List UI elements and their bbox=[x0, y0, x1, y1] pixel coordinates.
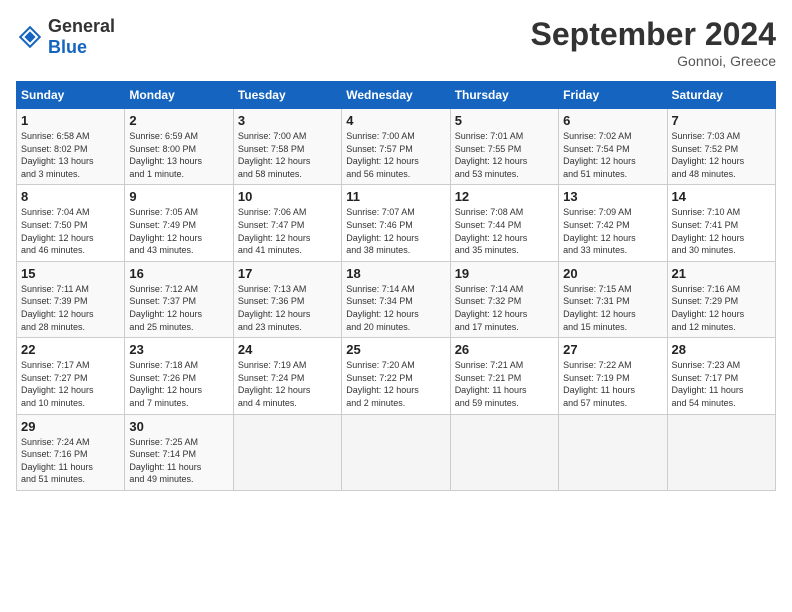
table-row: 26Sunrise: 7:21 AMSunset: 7:21 PMDayligh… bbox=[450, 338, 558, 414]
table-row: 20Sunrise: 7:15 AMSunset: 7:31 PMDayligh… bbox=[559, 261, 667, 337]
logo-text: General Blue bbox=[48, 16, 115, 58]
calendar-week-3: 22Sunrise: 7:17 AMSunset: 7:27 PMDayligh… bbox=[17, 338, 776, 414]
table-row: 6Sunrise: 7:02 AMSunset: 7:54 PMDaylight… bbox=[559, 109, 667, 185]
table-row bbox=[667, 414, 775, 490]
table-row: 2Sunrise: 6:59 AMSunset: 8:00 PMDaylight… bbox=[125, 109, 233, 185]
table-row: 23Sunrise: 7:18 AMSunset: 7:26 PMDayligh… bbox=[125, 338, 233, 414]
table-row: 29Sunrise: 7:24 AMSunset: 7:16 PMDayligh… bbox=[17, 414, 125, 490]
table-row: 19Sunrise: 7:14 AMSunset: 7:32 PMDayligh… bbox=[450, 261, 558, 337]
calendar-week-0: 1Sunrise: 6:58 AMSunset: 8:02 PMDaylight… bbox=[17, 109, 776, 185]
calendar-table: Sunday Monday Tuesday Wednesday Thursday… bbox=[16, 81, 776, 491]
logo: General Blue bbox=[16, 16, 115, 58]
table-row: 21Sunrise: 7:16 AMSunset: 7:29 PMDayligh… bbox=[667, 261, 775, 337]
table-row: 9Sunrise: 7:05 AMSunset: 7:49 PMDaylight… bbox=[125, 185, 233, 261]
table-row: 30Sunrise: 7:25 AMSunset: 7:14 PMDayligh… bbox=[125, 414, 233, 490]
col-friday: Friday bbox=[559, 82, 667, 109]
logo-general: General bbox=[48, 16, 115, 36]
table-row: 7Sunrise: 7:03 AMSunset: 7:52 PMDaylight… bbox=[667, 109, 775, 185]
table-row: 25Sunrise: 7:20 AMSunset: 7:22 PMDayligh… bbox=[342, 338, 450, 414]
table-row: 14Sunrise: 7:10 AMSunset: 7:41 PMDayligh… bbox=[667, 185, 775, 261]
table-row: 13Sunrise: 7:09 AMSunset: 7:42 PMDayligh… bbox=[559, 185, 667, 261]
table-row: 8Sunrise: 7:04 AMSunset: 7:50 PMDaylight… bbox=[17, 185, 125, 261]
col-wednesday: Wednesday bbox=[342, 82, 450, 109]
col-tuesday: Tuesday bbox=[233, 82, 341, 109]
table-row: 24Sunrise: 7:19 AMSunset: 7:24 PMDayligh… bbox=[233, 338, 341, 414]
table-row: 27Sunrise: 7:22 AMSunset: 7:19 PMDayligh… bbox=[559, 338, 667, 414]
logo-icon bbox=[16, 23, 44, 51]
table-row: 5Sunrise: 7:01 AMSunset: 7:55 PMDaylight… bbox=[450, 109, 558, 185]
header-row: Sunday Monday Tuesday Wednesday Thursday… bbox=[17, 82, 776, 109]
col-saturday: Saturday bbox=[667, 82, 775, 109]
table-row: 15Sunrise: 7:11 AMSunset: 7:39 PMDayligh… bbox=[17, 261, 125, 337]
calendar-week-1: 8Sunrise: 7:04 AMSunset: 7:50 PMDaylight… bbox=[17, 185, 776, 261]
table-row: 17Sunrise: 7:13 AMSunset: 7:36 PMDayligh… bbox=[233, 261, 341, 337]
table-row bbox=[450, 414, 558, 490]
table-row: 11Sunrise: 7:07 AMSunset: 7:46 PMDayligh… bbox=[342, 185, 450, 261]
table-row: 22Sunrise: 7:17 AMSunset: 7:27 PMDayligh… bbox=[17, 338, 125, 414]
col-thursday: Thursday bbox=[450, 82, 558, 109]
table-row: 28Sunrise: 7:23 AMSunset: 7:17 PMDayligh… bbox=[667, 338, 775, 414]
table-row: 10Sunrise: 7:06 AMSunset: 7:47 PMDayligh… bbox=[233, 185, 341, 261]
page-header: General Blue September 2024 Gonnoi, Gree… bbox=[16, 16, 776, 69]
table-row: 18Sunrise: 7:14 AMSunset: 7:34 PMDayligh… bbox=[342, 261, 450, 337]
col-sunday: Sunday bbox=[17, 82, 125, 109]
calendar-week-2: 15Sunrise: 7:11 AMSunset: 7:39 PMDayligh… bbox=[17, 261, 776, 337]
table-row: 1Sunrise: 6:58 AMSunset: 8:02 PMDaylight… bbox=[17, 109, 125, 185]
table-row: 4Sunrise: 7:00 AMSunset: 7:57 PMDaylight… bbox=[342, 109, 450, 185]
table-row bbox=[233, 414, 341, 490]
logo-blue: Blue bbox=[48, 37, 87, 57]
title-block: September 2024 Gonnoi, Greece bbox=[531, 16, 776, 69]
table-row: 3Sunrise: 7:00 AMSunset: 7:58 PMDaylight… bbox=[233, 109, 341, 185]
table-row bbox=[559, 414, 667, 490]
table-row: 16Sunrise: 7:12 AMSunset: 7:37 PMDayligh… bbox=[125, 261, 233, 337]
col-monday: Monday bbox=[125, 82, 233, 109]
table-row: 12Sunrise: 7:08 AMSunset: 7:44 PMDayligh… bbox=[450, 185, 558, 261]
location: Gonnoi, Greece bbox=[531, 53, 776, 69]
month-title: September 2024 bbox=[531, 16, 776, 53]
table-row bbox=[342, 414, 450, 490]
calendar-week-4: 29Sunrise: 7:24 AMSunset: 7:16 PMDayligh… bbox=[17, 414, 776, 490]
